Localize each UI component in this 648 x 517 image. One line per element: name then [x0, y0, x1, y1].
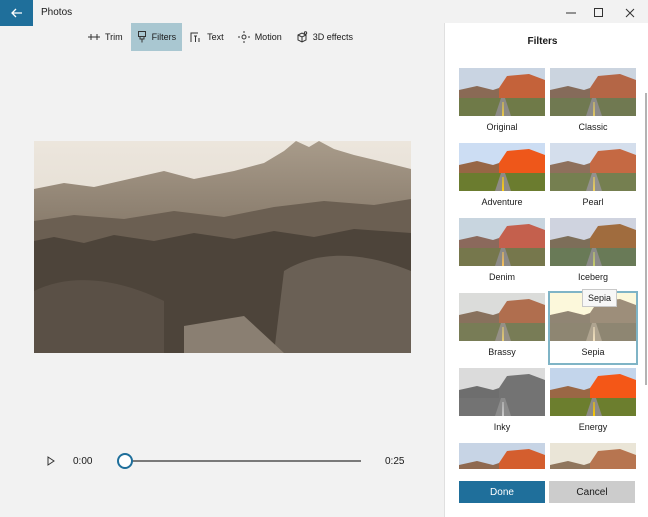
maximize-icon	[594, 8, 603, 17]
back-button[interactable]	[0, 0, 33, 26]
filter-thumbnail	[550, 218, 636, 266]
filter-thumbnail	[550, 68, 636, 116]
tool-text-label: Text	[207, 32, 224, 42]
tool-trim-label: Trim	[105, 32, 123, 42]
filter-label: Classic	[578, 122, 608, 132]
panel-title: Filters	[527, 36, 558, 47]
video-preview	[34, 141, 411, 353]
filters-panel: Filters Original Classic Adventure Pearl Den…	[444, 23, 648, 517]
filter-brassy[interactable]: Brassy	[459, 293, 545, 363]
filter-label: Sepia	[581, 347, 605, 357]
text-icon	[190, 32, 200, 42]
tool-3d-effects-label: 3D effects	[312, 32, 354, 42]
filter-label: Denim	[488, 272, 515, 282]
play-button[interactable]	[44, 453, 58, 469]
filter-label: Energy	[578, 422, 608, 432]
trim-icon	[88, 34, 100, 40]
filter-label: Iceberg	[577, 272, 609, 282]
filter-thumbnail	[459, 293, 545, 341]
filter-thumbnail	[459, 368, 545, 416]
filter-label: Adventure	[481, 197, 523, 207]
panel-footer: Done Cancel	[445, 469, 648, 517]
3d-effects-icon	[297, 31, 307, 43]
filter-label: Original	[486, 122, 518, 132]
motion-icon	[237, 31, 250, 43]
arrow-left-icon	[10, 8, 22, 18]
filter-adventure[interactable]: Adventure	[459, 143, 545, 213]
tool-filters[interactable]: Filters	[130, 23, 183, 51]
filters-icon	[137, 31, 146, 43]
filter-thumbnail	[550, 368, 636, 416]
filter-pearl[interactable]: Pearl	[550, 143, 636, 213]
app-title: Photos	[41, 7, 73, 18]
tool-text[interactable]: Text	[184, 23, 230, 51]
filter-label: Inky	[493, 422, 511, 432]
filter-thumbnail	[459, 68, 545, 116]
filter-iceberg[interactable]: Iceberg	[550, 218, 636, 288]
filter-denim[interactable]: Denim	[459, 218, 545, 288]
seek-thumb[interactable]	[117, 453, 133, 469]
minimize-icon	[566, 12, 576, 14]
filter-label: Brassy	[488, 347, 516, 357]
total-time: 0:25	[385, 456, 405, 467]
filter-original[interactable]: Original	[459, 68, 545, 138]
filter-classic[interactable]: Classic	[550, 68, 636, 138]
panel-scrollbar[interactable]	[645, 93, 647, 385]
filter-tooltip: Sepia	[582, 289, 618, 307]
filter-inky[interactable]: Inky	[459, 368, 545, 438]
play-icon	[47, 456, 55, 466]
filter-thumbnail	[550, 143, 636, 191]
tool-filters-label: Filters	[151, 32, 177, 42]
close-icon	[625, 8, 635, 18]
tool-motion[interactable]: Motion	[232, 23, 288, 51]
filter-thumbnail	[459, 143, 545, 191]
filter-energy[interactable]: Energy	[550, 368, 636, 438]
cancel-button[interactable]: Cancel	[549, 481, 635, 503]
tool-motion-label: Motion	[254, 32, 282, 42]
current-time: 0:00	[73, 456, 93, 467]
seek-track[interactable]	[124, 460, 361, 462]
editor-toolbar: Trim Filters Text Motion 3D effects	[82, 23, 361, 51]
playback-bar: 0:00 0:25	[44, 450, 414, 472]
filter-label: Pearl	[582, 197, 604, 207]
preview-image	[34, 141, 411, 353]
tool-trim[interactable]: Trim	[82, 23, 129, 51]
tool-3d-effects[interactable]: 3D effects	[290, 23, 359, 51]
done-button[interactable]: Done	[459, 481, 545, 503]
filter-thumbnail	[459, 218, 545, 266]
